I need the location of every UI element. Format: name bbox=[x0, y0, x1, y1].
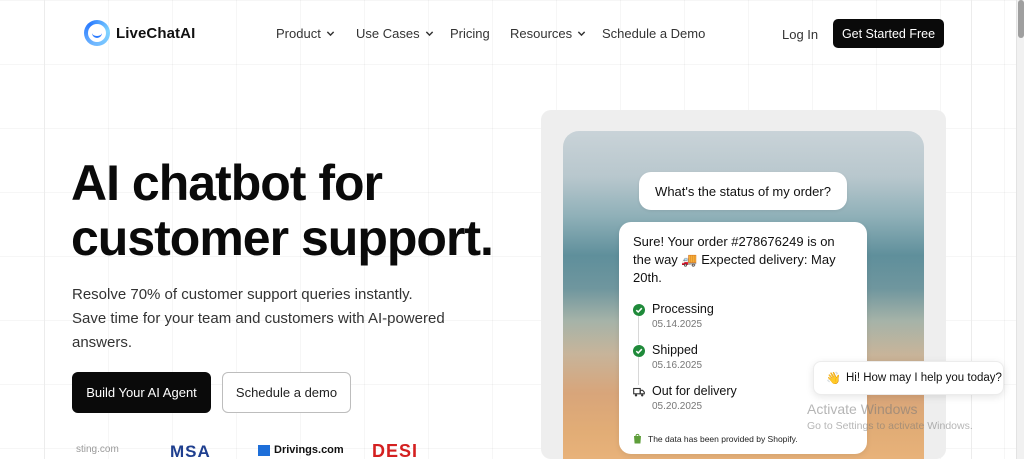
customer-logo: Drivings.com bbox=[258, 444, 344, 456]
nav-item-label: Use Cases bbox=[356, 26, 420, 41]
check-circle-icon bbox=[633, 304, 645, 316]
schedule-demo-button[interactable]: Schedule a demo bbox=[222, 372, 351, 413]
check-circle-icon bbox=[633, 345, 645, 357]
customer-logos: sting.com MSA Drivings.com DESI bbox=[72, 440, 452, 459]
timeline-step-processing: Processing 05.14.2025 bbox=[633, 302, 714, 330]
step-date: 05.20.2025 bbox=[652, 401, 703, 412]
brand-logo[interactable]: LiveChatAI bbox=[84, 20, 195, 46]
chevron-down-icon bbox=[577, 31, 586, 37]
chat-widget-greeting[interactable]: 👋 Hi! How may I help you today? bbox=[813, 361, 1004, 395]
activate-windows-title: Activate Windows bbox=[807, 401, 918, 417]
timeline-step-out-for-delivery: Out for delivery 05.20.2025 bbox=[633, 384, 737, 412]
nav-item-product[interactable]: Product bbox=[276, 26, 356, 41]
hero-subtitle-line: Resolve 70% of customer support queries … bbox=[72, 286, 413, 303]
hero-subtitle-line: answers. bbox=[72, 334, 133, 351]
nav-item-label: Product bbox=[276, 26, 321, 41]
nav-item-use-cases[interactable]: Use Cases bbox=[356, 26, 450, 41]
chevron-down-icon bbox=[326, 31, 334, 37]
top-navbar: LiveChatAI Product Use Cases Pricing Res… bbox=[0, 0, 1016, 68]
hero-title-line: AI chatbot for bbox=[71, 155, 383, 211]
nav-item-pricing[interactable]: Pricing bbox=[450, 26, 510, 41]
nav-item-schedule-demo[interactable]: Schedule a Demo bbox=[602, 26, 705, 41]
get-started-button[interactable]: Get Started Free bbox=[833, 19, 944, 48]
hero-subtitle: Resolve 70% of customer support queries … bbox=[72, 283, 472, 355]
chat-greeting-text: Hi! How may I help you today? bbox=[845, 372, 1002, 384]
hero-title: AI chatbot for customer support. bbox=[71, 155, 494, 266]
step-date: 05.14.2025 bbox=[652, 319, 703, 330]
step-date: 05.16.2025 bbox=[652, 360, 703, 371]
nav-menu: Product Use Cases Pricing Resources Sche… bbox=[276, 26, 705, 41]
check-badge-icon bbox=[258, 444, 270, 456]
wave-icon: 👋 bbox=[826, 371, 841, 385]
hero-subtitle-line: Save time for your team and customers wi… bbox=[72, 310, 445, 327]
scrollbar-thumb[interactable] bbox=[1018, 0, 1024, 38]
step-label: Shipped bbox=[652, 343, 698, 357]
shopify-attribution-text: The data has been provided by Shopify. bbox=[648, 433, 798, 444]
vertical-scrollbar[interactable] bbox=[1016, 0, 1024, 459]
step-label: Processing bbox=[652, 302, 714, 316]
chevron-down-icon bbox=[425, 31, 433, 37]
shopify-attribution: The data has been provided by Shopify. bbox=[633, 433, 798, 444]
bot-message: Sure! Your order #278676249 is on the wa… bbox=[633, 233, 853, 287]
step-label: Out for delivery bbox=[652, 384, 737, 398]
livechatai-logo-icon bbox=[84, 20, 110, 46]
left-guide bbox=[44, 0, 45, 459]
customer-logo: DESI bbox=[372, 441, 419, 459]
login-link[interactable]: Log In bbox=[782, 27, 818, 42]
nav-item-label: Schedule a Demo bbox=[602, 26, 706, 41]
shopify-bag-icon bbox=[634, 433, 641, 444]
customer-logo: MSA bbox=[170, 442, 211, 459]
bot-message-line: the way 🚚 Expected delivery: May bbox=[633, 252, 836, 267]
user-message-bubble: What's the status of my order? bbox=[639, 172, 847, 210]
nav-item-label: Pricing bbox=[450, 26, 490, 41]
bot-message-line: Sure! Your order #278676249 is on bbox=[633, 234, 835, 249]
nav-item-resources[interactable]: Resources bbox=[510, 26, 602, 41]
hero-title-line: customer support. bbox=[71, 210, 494, 266]
bot-message-line: 20th. bbox=[633, 270, 662, 285]
customer-logo-text: Drivings.com bbox=[274, 444, 344, 456]
nav-item-label: Resources bbox=[510, 26, 573, 41]
brand-name: LiveChatAI bbox=[116, 24, 196, 42]
build-ai-agent-button[interactable]: Build Your AI Agent bbox=[72, 372, 211, 413]
activate-windows-subtitle: Go to Settings to activate Windows. bbox=[807, 420, 973, 432]
truck-icon bbox=[633, 387, 645, 397]
customer-logo: sting.com bbox=[76, 444, 119, 455]
timeline-step-shipped: Shipped 05.16.2025 bbox=[633, 343, 702, 371]
